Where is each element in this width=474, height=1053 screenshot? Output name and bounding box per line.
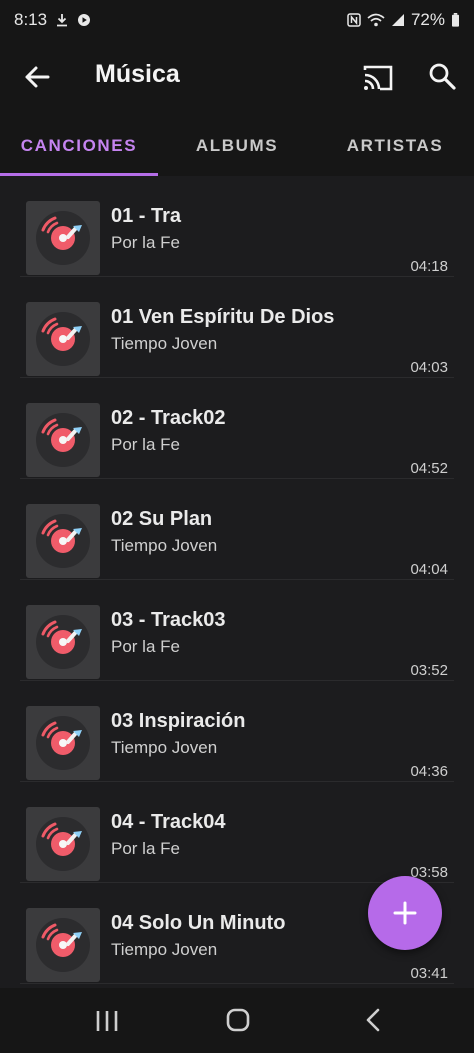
vinyl-record-icon xyxy=(36,716,90,770)
song-artist: Por la Fe xyxy=(111,839,180,858)
status-bar: 8:13 72% xyxy=(0,0,474,40)
recent-apps-icon[interactable] xyxy=(94,1010,120,1032)
battery-percent: 72% xyxy=(410,10,445,29)
list-item[interactable]: 01 - Tra Por la Fe 04:18 xyxy=(20,176,454,277)
tab-artistas[interactable]: ARTISTAS xyxy=(316,116,474,176)
tab-bar: CANCIONES ALBUMS ARTISTAS xyxy=(0,116,474,176)
cast-icon[interactable] xyxy=(361,61,395,95)
home-icon[interactable] xyxy=(226,1008,250,1032)
song-duration: 03:52 xyxy=(410,662,448,679)
album-art xyxy=(26,302,100,376)
plus-icon xyxy=(393,901,417,925)
song-artist: Tiempo Joven xyxy=(111,334,218,353)
album-art xyxy=(26,201,100,275)
song-duration: 04:52 xyxy=(410,460,448,477)
album-art xyxy=(26,807,100,881)
download-icon xyxy=(57,14,68,27)
tab-canciones[interactable]: CANCIONES xyxy=(0,116,158,176)
vinyl-record-icon xyxy=(36,413,90,467)
song-title: 01 Ven Espíritu De Dios xyxy=(111,306,335,328)
vinyl-record-icon xyxy=(36,615,90,669)
song-duration: 04:36 xyxy=(410,763,448,780)
song-duration: 03:41 xyxy=(410,965,448,982)
album-art xyxy=(26,908,100,982)
song-list[interactable]: 01 - Tra Por la Fe 04:18 01 Ven Espíritu… xyxy=(0,176,474,988)
song-title: 02 Su Plan xyxy=(111,508,213,530)
song-title: 03 - Track03 xyxy=(111,609,226,631)
vinyl-record-icon xyxy=(36,817,90,871)
list-item[interactable]: 02 Su Plan Tiempo Joven 04:04 xyxy=(20,479,454,580)
wifi-icon xyxy=(367,13,385,27)
song-title: 04 Solo Un Minuto xyxy=(111,912,286,934)
nfc-icon xyxy=(347,13,361,27)
song-artist: Por la Fe xyxy=(111,637,180,656)
vinyl-record-icon xyxy=(36,918,90,972)
list-item[interactable]: 03 - Track03 Por la Fe 03:52 xyxy=(20,580,454,681)
status-time: 8:13 xyxy=(14,10,48,29)
page-title: Música xyxy=(95,60,180,88)
song-artist: Tiempo Joven xyxy=(111,738,218,757)
song-artist: Por la Fe xyxy=(111,435,180,454)
album-art xyxy=(26,706,100,780)
song-title: 02 - Track02 xyxy=(111,407,226,429)
system-nav-bar xyxy=(0,988,474,1053)
album-art xyxy=(26,504,100,578)
song-duration: 04:03 xyxy=(410,359,448,376)
song-artist: Por la Fe xyxy=(111,233,180,252)
song-artist: Tiempo Joven xyxy=(111,536,218,555)
back-arrow-icon[interactable] xyxy=(22,62,52,92)
vinyl-record-icon xyxy=(36,514,90,568)
vinyl-record-icon xyxy=(36,211,90,265)
app-bar: Música xyxy=(0,40,474,116)
album-art xyxy=(26,605,100,679)
song-title: 04 - Track04 xyxy=(111,811,226,833)
battery-icon xyxy=(452,13,459,27)
list-item[interactable]: 02 - Track02 Por la Fe 04:52 xyxy=(20,378,454,479)
search-icon[interactable] xyxy=(426,60,460,94)
play-store-icon xyxy=(78,14,91,26)
tab-albums[interactable]: ALBUMS xyxy=(158,116,316,176)
song-artist: Tiempo Joven xyxy=(111,940,218,959)
list-item[interactable]: 03 Inspiración Tiempo Joven 04:36 xyxy=(20,681,454,782)
nav-back-icon[interactable] xyxy=(364,1008,382,1032)
vinyl-record-icon xyxy=(36,312,90,366)
song-duration: 04:18 xyxy=(410,258,448,275)
song-title: 01 - Tra xyxy=(111,205,182,227)
song-duration: 04:04 xyxy=(410,561,448,578)
list-item[interactable]: 04 - Track04 Por la Fe 03:58 xyxy=(20,782,454,883)
song-title: 03 Inspiración xyxy=(111,710,246,732)
list-item[interactable]: 01 Ven Espíritu De Dios Tiempo Joven 04:… xyxy=(20,277,454,378)
add-fab-button[interactable] xyxy=(368,876,442,950)
album-art xyxy=(26,403,100,477)
signal-icon xyxy=(391,14,404,26)
